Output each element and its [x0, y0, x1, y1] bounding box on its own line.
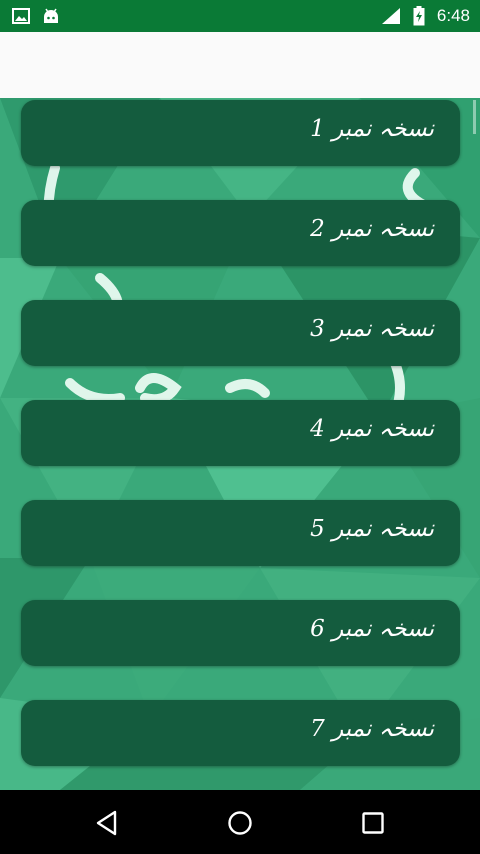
list-item-label: نسخہ نمبر 3 [310, 316, 434, 342]
list-item-label: نسخہ نمبر 1 [310, 116, 434, 142]
home-icon [227, 810, 253, 836]
list-item-label: نسخہ نمبر 4 [310, 416, 434, 442]
list-item-label: نسخہ نمبر 5 [310, 516, 434, 542]
main-content: نسخہ نمبر 1 نسخہ نمبر 2 نسخہ نمبر 3 نسخہ… [0, 98, 480, 790]
list-item-1[interactable]: نسخہ نمبر 1 [21, 100, 460, 166]
list-item-label: نسخہ نمبر 6 [310, 616, 434, 642]
list-item-label: نسخہ نمبر 7 [310, 716, 434, 742]
status-bar: 6:48 [0, 0, 480, 32]
list-item-2[interactable]: نسخہ نمبر 2 [21, 200, 460, 266]
status-left [12, 8, 60, 24]
list-item-7[interactable]: نسخہ نمبر 7 [21, 700, 460, 766]
recents-icon [361, 811, 385, 835]
list-item-6[interactable]: نسخہ نمبر 6 [21, 600, 460, 666]
list-item-4[interactable]: نسخہ نمبر 4 [21, 400, 460, 466]
status-time: 6:48 [436, 6, 470, 25]
list-item-label: نسخہ نمبر 2 [310, 216, 434, 242]
battery-charging-icon [413, 6, 425, 26]
back-icon [95, 810, 119, 836]
back-button[interactable] [90, 806, 124, 840]
scrollbar[interactable] [473, 100, 476, 134]
signal-icon [381, 7, 401, 25]
android-icon [42, 8, 60, 24]
recents-button[interactable] [356, 806, 390, 840]
home-button[interactable] [223, 806, 257, 840]
list-item-3[interactable]: نسخہ نمبر 3 [21, 300, 460, 366]
app-toolbar [0, 32, 480, 99]
image-icon [12, 8, 30, 24]
list-item-5[interactable]: نسخہ نمبر 5 [21, 500, 460, 566]
navigation-bar [0, 790, 480, 854]
status-right: 6:48 [381, 6, 470, 26]
